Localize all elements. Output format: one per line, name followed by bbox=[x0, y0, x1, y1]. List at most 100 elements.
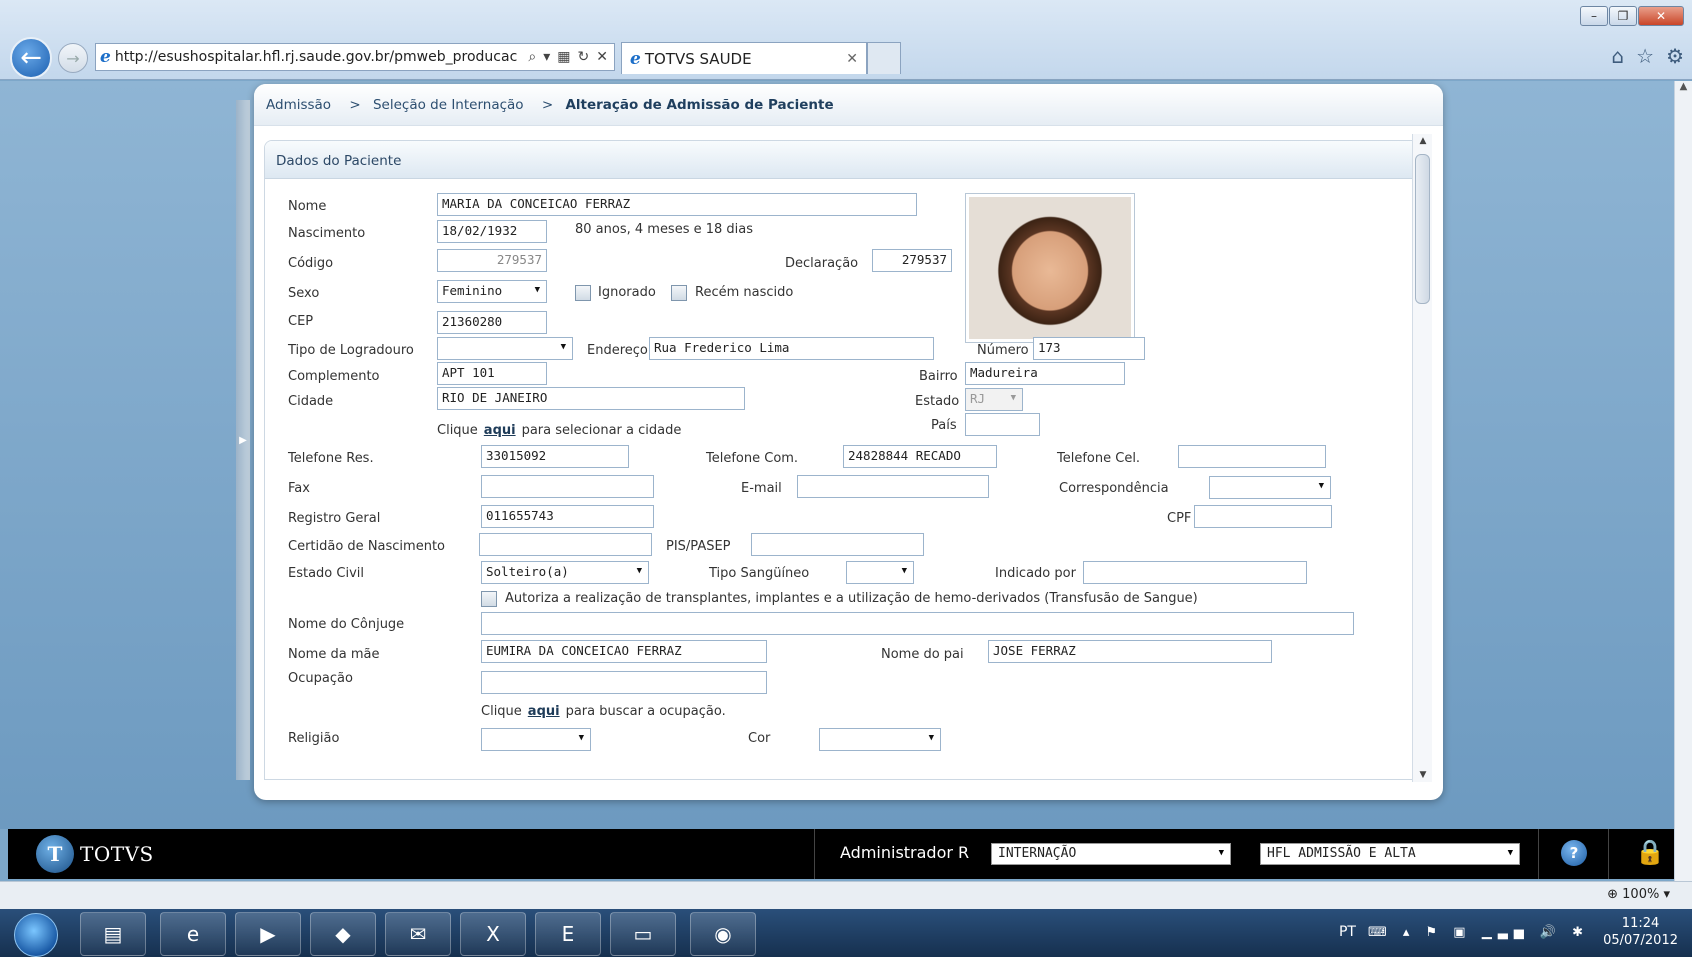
module-select[interactable]: INTERNAÇÃO ▼ bbox=[991, 843, 1231, 865]
codigo-input[interactable]: 279537 bbox=[437, 249, 547, 272]
scroll-up-icon[interactable]: ▲ bbox=[1675, 81, 1692, 92]
cpf-input[interactable] bbox=[1194, 505, 1332, 528]
tray-icons[interactable]: ⌨ ▴ ⚑ ▣ ▁▃▅ 🔊 ✱ bbox=[1368, 925, 1589, 940]
page-scrollbar[interactable]: ▲ bbox=[1674, 81, 1692, 881]
stop-icon[interactable]: ✕ bbox=[596, 49, 608, 65]
search-icon[interactable]: ⌕ bbox=[528, 49, 536, 65]
ignorado-checkbox[interactable] bbox=[575, 285, 591, 301]
taskbar-cmd[interactable]: ▭ bbox=[610, 912, 676, 956]
compat-icon[interactable]: ▦ bbox=[557, 49, 570, 65]
sidebar-toggle-handle[interactable]: ▶ bbox=[236, 100, 250, 780]
registro-geral-input[interactable]: 011655743 bbox=[481, 505, 654, 528]
help-icon[interactable]: ? bbox=[1561, 840, 1587, 866]
recem-nascido-checkbox[interactable] bbox=[671, 285, 687, 301]
scroll-up-icon[interactable]: ▲ bbox=[1413, 136, 1433, 146]
label-estado-civil: Estado Civil bbox=[288, 566, 364, 581]
breadcrumb-item-admissao[interactable]: Admissão bbox=[266, 97, 331, 113]
label-autoriza: Autoriza a realização de transplantes, i… bbox=[505, 591, 1198, 606]
home-icon[interactable]: ⌂ bbox=[1611, 44, 1624, 68]
zoom-control[interactable]: ⊕ 100% ▾ bbox=[1607, 887, 1670, 902]
address-bar[interactable]: e http://esushospitalar.hfl.rj.saude.gov… bbox=[95, 43, 615, 71]
pais-input[interactable] bbox=[965, 413, 1040, 436]
app-icon: ◆ bbox=[335, 922, 351, 946]
label-nome-conjuge: Nome do Cônjuge bbox=[288, 617, 405, 632]
fax-input[interactable] bbox=[481, 475, 654, 498]
correspondencia-select[interactable]: ▼ bbox=[1209, 476, 1331, 499]
autoriza-transplantes-checkbox[interactable] bbox=[481, 591, 497, 607]
label-cpf: CPF bbox=[1167, 511, 1192, 526]
estado-select[interactable]: RJ ▼ bbox=[965, 388, 1023, 411]
label-correspondencia: Correspondência bbox=[1059, 481, 1169, 496]
sexo-select[interactable]: Feminino ▼ bbox=[437, 280, 547, 303]
taskbar-camera[interactable]: ◉ bbox=[690, 912, 756, 956]
cor-select[interactable]: ▼ bbox=[819, 728, 941, 751]
pis-pasep-input[interactable] bbox=[751, 533, 924, 556]
ie-icon: e bbox=[186, 922, 200, 946]
scroll-down-icon[interactable]: ▼ bbox=[1413, 770, 1433, 780]
indicado-por-input[interactable] bbox=[1083, 561, 1307, 584]
taskbar-app[interactable]: ◆ bbox=[310, 912, 376, 956]
taskbar-ie[interactable]: e bbox=[160, 912, 226, 956]
tab-ie-icon: e bbox=[630, 48, 641, 69]
taskbar-explorer[interactable]: ▤ bbox=[80, 912, 146, 956]
minimize-button[interactable]: – bbox=[1580, 6, 1608, 26]
taskbar-media[interactable]: ▶ bbox=[235, 912, 301, 956]
declaracao-input[interactable]: 279537 bbox=[872, 249, 952, 272]
telefone-com-input[interactable]: 24828844 RECADO bbox=[843, 445, 997, 468]
telefone-cel-input[interactable] bbox=[1178, 445, 1326, 468]
refresh-icon[interactable]: ↻ bbox=[578, 49, 590, 65]
taskbar-outlook[interactable]: ✉ bbox=[385, 912, 451, 956]
media-player-icon: ▶ bbox=[260, 922, 276, 946]
forward-button[interactable]: → bbox=[58, 43, 88, 73]
clock[interactable]: 11:24 05/07/2012 bbox=[1603, 915, 1678, 949]
tab-close-icon[interactable]: ✕ bbox=[846, 51, 858, 67]
nome-pai-input[interactable]: JOSE FERRAZ bbox=[988, 640, 1272, 663]
telefone-res-input[interactable]: 33015092 bbox=[481, 445, 629, 468]
start-button[interactable] bbox=[14, 913, 58, 957]
settings-gear-icon[interactable]: ⚙ bbox=[1666, 44, 1684, 68]
buscar-ocupacao-text: para buscar a ocupação. bbox=[565, 704, 726, 719]
tipo-logradouro-select[interactable]: ▼ bbox=[437, 337, 573, 360]
profile-select[interactable]: HFL ADMISSÃO E ALTA ▼ bbox=[1260, 843, 1520, 865]
breadcrumb-item-selecao[interactable]: Seleção de Internação bbox=[373, 97, 524, 113]
label-declaracao: Declaração bbox=[785, 256, 859, 271]
nascimento-input[interactable]: 18/02/1932 bbox=[437, 220, 547, 243]
back-button[interactable]: ← bbox=[10, 37, 52, 79]
taskbar-ec[interactable]: E bbox=[535, 912, 601, 956]
cep-input[interactable]: 21360280 bbox=[437, 311, 547, 334]
close-window-button[interactable]: ✕ bbox=[1638, 6, 1684, 26]
address-url[interactable]: http://esushospitalar.hfl.rj.saude.gov.b… bbox=[115, 49, 523, 65]
restore-button[interactable]: ❐ bbox=[1609, 6, 1637, 26]
browser-tab[interactable]: e TOTVS SAUDE ✕ bbox=[621, 42, 867, 74]
religiao-select[interactable]: ▼ bbox=[481, 728, 591, 751]
label-nome-mae: Nome da mãe bbox=[288, 647, 380, 662]
new-tab-button[interactable] bbox=[867, 42, 901, 74]
label-telefone-cel: Telefone Cel. bbox=[1057, 451, 1141, 466]
complemento-input[interactable]: APT 101 bbox=[437, 362, 547, 385]
chevron-down-icon: ▼ bbox=[1318, 481, 1324, 491]
certidao-input[interactable] bbox=[479, 533, 652, 556]
user-name: Administrador R bbox=[840, 843, 970, 862]
tipo-sanguineo-select[interactable]: ▼ bbox=[846, 561, 914, 584]
endereco-input[interactable]: Rua Frederico Lima bbox=[649, 337, 934, 360]
email-input[interactable] bbox=[797, 475, 989, 498]
label-certidao: Certidão de Nascimento bbox=[288, 539, 445, 554]
cidade-input[interactable]: RIO DE JANEIRO bbox=[437, 387, 745, 410]
nome-conjuge-input[interactable] bbox=[481, 612, 1354, 635]
ocupacao-input[interactable] bbox=[481, 671, 767, 694]
numero-input[interactable]: 173 bbox=[1033, 337, 1145, 360]
logout-lock-icon[interactable]: 🔒 bbox=[1635, 838, 1665, 866]
nome-mae-input[interactable]: EUMIRA DA CONCEICAO FERRAZ bbox=[481, 640, 767, 663]
totvs-bar: T TOTVS Administrador R INTERNAÇÃO ▼ HFL … bbox=[8, 829, 1674, 879]
estado-civil-select[interactable]: Solteiro(a) ▼ bbox=[481, 561, 649, 584]
select-city-link[interactable]: aqui bbox=[484, 423, 516, 438]
buscar-ocupacao-link[interactable]: aqui bbox=[528, 704, 560, 719]
language-indicator[interactable]: PT bbox=[1339, 924, 1356, 940]
scroll-thumb[interactable] bbox=[1415, 154, 1430, 304]
bairro-input[interactable]: Madureira bbox=[965, 362, 1125, 385]
taskbar-excel[interactable]: X bbox=[460, 912, 526, 956]
nome-input[interactable]: MARIA DA CONCEICAO FERRAZ bbox=[437, 193, 917, 216]
favorites-star-icon[interactable]: ☆ bbox=[1636, 44, 1654, 68]
form-scrollbar[interactable]: ▲ ▼ bbox=[1412, 134, 1432, 782]
dropdown-icon[interactable]: ▾ bbox=[543, 49, 550, 65]
